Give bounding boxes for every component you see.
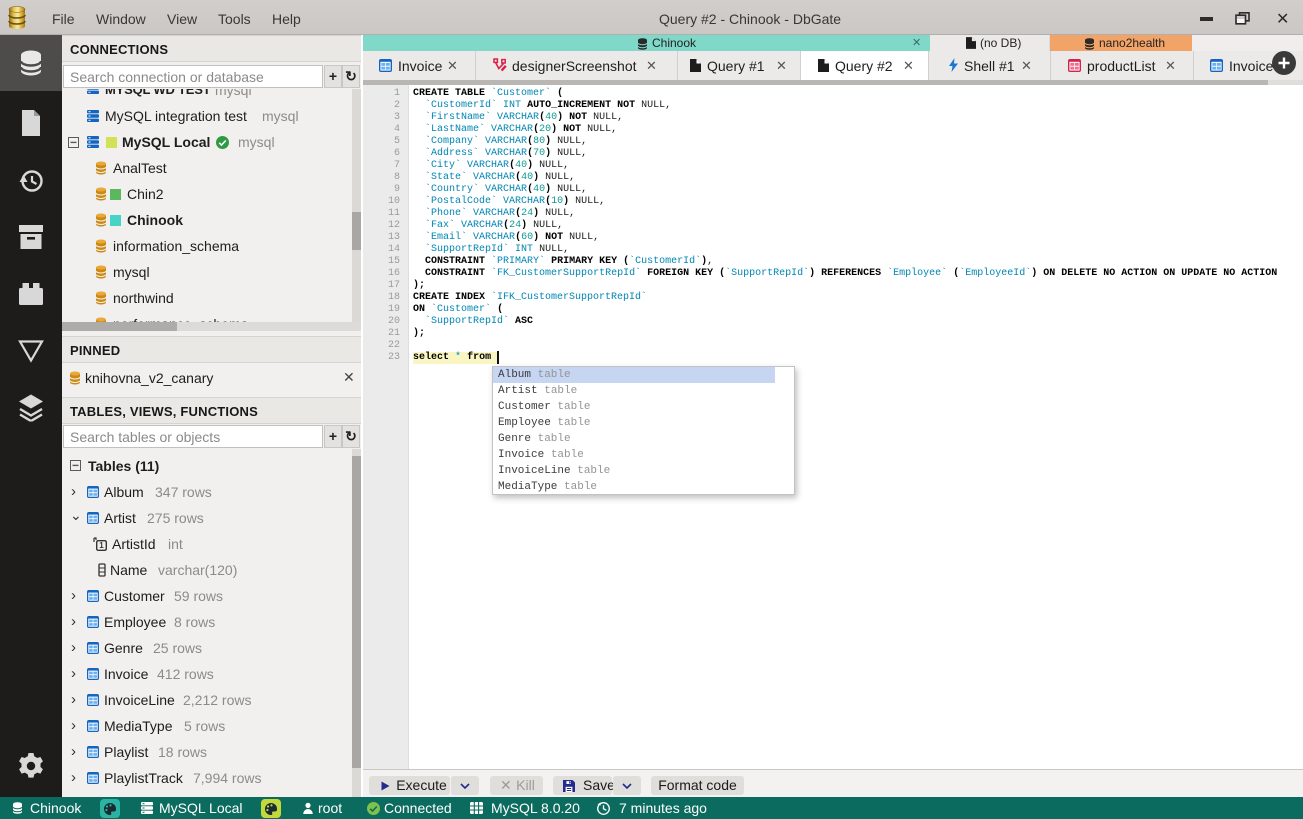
svg-text:1: 1 <box>99 541 104 550</box>
